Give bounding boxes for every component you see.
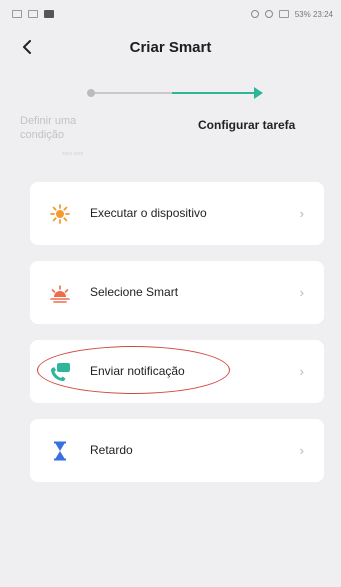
page-title: Criar Smart [129,38,212,56]
status-left [12,10,54,18]
hourglass-icon [48,439,72,463]
notification-status-icon [28,10,38,18]
option-send-notification[interactable]: Enviar notificação › [30,340,324,403]
back-button[interactable] [18,38,36,56]
alarm-icon [264,10,273,18]
vibrate-icon [278,10,289,18]
option-label: Enviar notificação [90,364,185,378]
chevron-left-icon [23,40,31,54]
option-execute-device[interactable]: Executar o dispositivo › [30,182,324,245]
app-status-icon [44,10,54,18]
bluetooth-icon [250,10,259,18]
option-label: Retardo [90,443,133,457]
step-indicator: Definir uma condição xxxx xxxx Configura… [0,74,341,164]
status-right: 53% 23:24 [250,9,333,19]
step-arrow-icon [254,87,263,99]
option-label: Selecione Smart [90,285,179,299]
option-label: Executar o dispositivo [90,206,207,220]
sunrise-icon [48,281,72,305]
step-2-label: Configurar tarefa [198,118,296,132]
chevron-right-icon: › [299,443,304,458]
status-bar: 53% 23:24 [0,0,341,28]
chevron-right-icon: › [299,364,304,379]
message-icon [12,10,22,18]
option-delay[interactable]: Retardo › [30,419,324,482]
option-select-smart[interactable]: Selecione Smart › [30,261,324,324]
step-1-dot [87,89,95,97]
step-line-inactive [92,92,172,94]
step-line-active [172,92,256,94]
step-1-sublabel: xxxx xxxx [62,151,84,157]
sun-icon [48,202,72,226]
chevron-right-icon: › [299,206,304,221]
chevron-right-icon: › [299,285,304,300]
header: Criar Smart [0,30,341,64]
notification-icon [48,360,72,384]
step-1-label[interactable]: Definir uma condição [20,114,110,142]
status-text: 53% 23:24 [294,9,333,19]
